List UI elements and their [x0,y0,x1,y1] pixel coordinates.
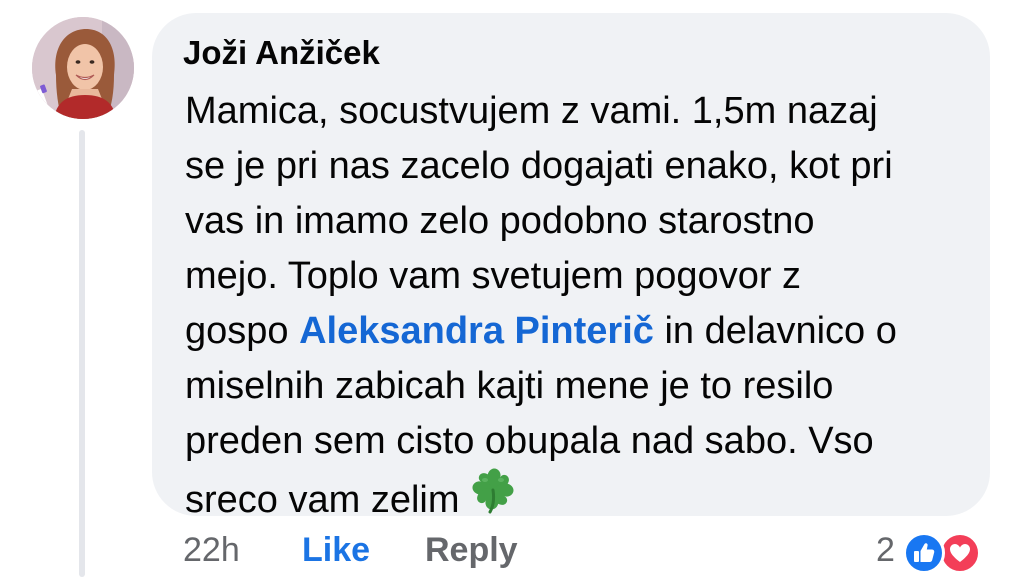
comment-timestamp[interactable]: 22h [183,531,240,570]
comment-body: Mamica, socustvujem z vami. 1,5m nazaj s… [185,84,975,535]
reply-button[interactable]: Reply [425,531,518,570]
comment-line-last: sreco vam zelim [185,468,975,535]
reaction-summary[interactable] [903,532,995,574]
reaction-count[interactable]: 2 [876,531,895,570]
comment-text-fragment: in delavnico o [653,310,897,352]
comment-line: se je pri nas zacelo dogajati enako, kot… [185,145,893,187]
four-leaf-clover-icon [468,465,518,531]
avatar-photo [32,17,134,119]
author-avatar[interactable] [32,17,134,119]
comment-line: mejo. Toplo vam svetujem pogovor z [185,255,802,297]
comment-text-fragment: sreco vam zelim [185,479,460,522]
love-reaction-icon [939,532,981,574]
comment-line: miselnih zabicah kajti mene je to resilo [185,365,834,407]
like-reaction-icon [903,532,945,574]
comment-line: vas in imamo zelo podobno starostno [185,200,815,242]
comment-text-fragment: gospo [185,310,300,352]
reply-thread-line [79,130,85,577]
comment-line: gospo Aleksandra Pinterič in delavnico o [185,304,975,359]
comment-actions-bar: 22h Like Reply 2 [0,531,1024,577]
mention-link[interactable]: Aleksandra Pinterič [299,310,654,352]
like-button[interactable]: Like [302,531,370,570]
comment-author-name[interactable]: Joži Anžiček [183,34,380,72]
comment-line: Mamica, socustvujem z vami. 1,5m nazaj [185,90,878,132]
comment-line: preden sem cisto obupala nad sabo. Vso [185,420,874,462]
